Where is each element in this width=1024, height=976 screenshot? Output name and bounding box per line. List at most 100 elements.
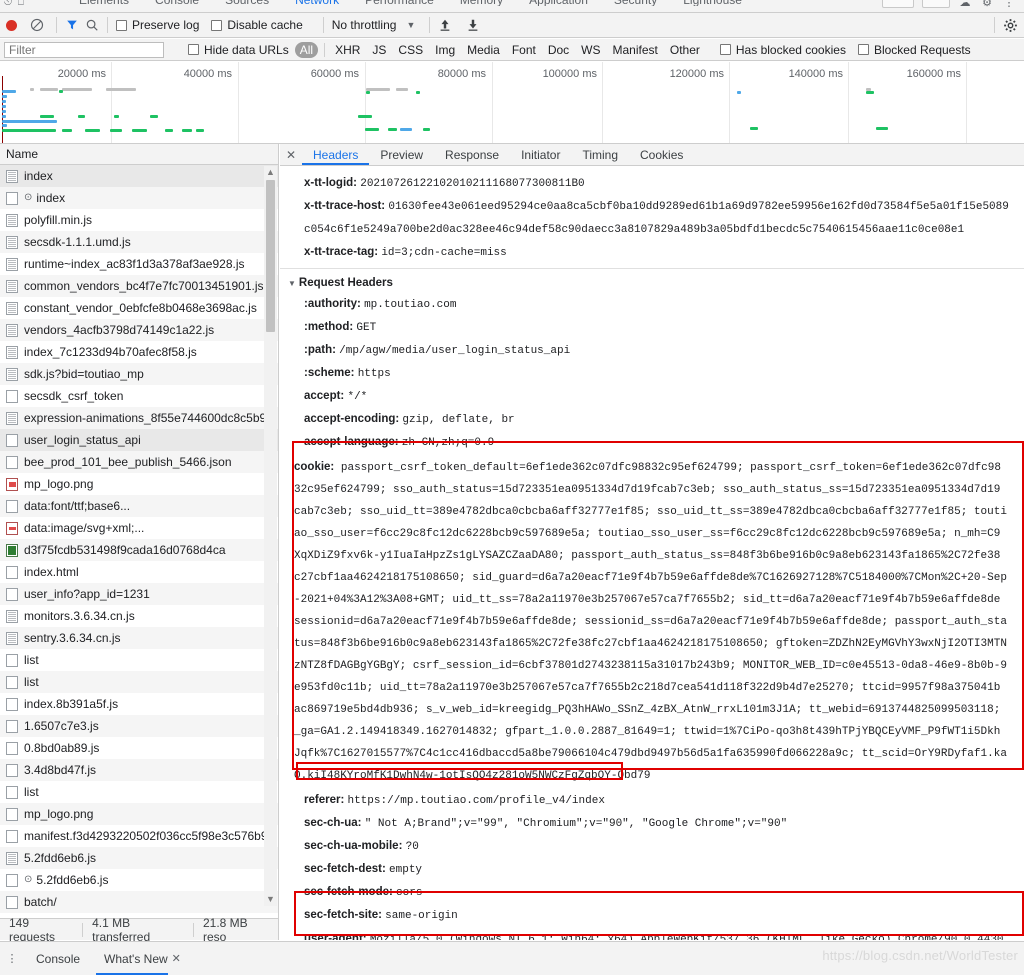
record-icon[interactable] bbox=[6, 19, 17, 31]
request-row[interactable]: sentry.3.6.34.cn.js bbox=[0, 627, 278, 649]
request-headers-section[interactable]: ▼ Request Headers bbox=[280, 273, 1024, 293]
preserve-log-checkbox[interactable] bbox=[116, 19, 127, 31]
request-row[interactable]: index bbox=[0, 165, 278, 187]
request-row[interactable]: common_vendors_bc4f7e7fc70013451901.js bbox=[0, 275, 278, 297]
tab-lighthouse[interactable]: Lighthouse bbox=[670, 0, 755, 6]
request-row[interactable]: 0.8bd0ab89.js bbox=[0, 737, 278, 759]
request-row[interactable]: bee_prod_101_bee_publish_5466.json bbox=[0, 451, 278, 473]
requests-list-scrollbar[interactable]: ▲ ▼ bbox=[264, 166, 277, 906]
drawer-tab-console[interactable]: Console bbox=[24, 942, 92, 975]
settings-gear-icon[interactable]: ⚙ bbox=[980, 0, 994, 9]
tab-response[interactable]: Response bbox=[434, 144, 510, 165]
request-row[interactable]: index.html bbox=[0, 561, 278, 583]
throttling-select[interactable]: No throttling bbox=[332, 18, 397, 32]
filter-input[interactable] bbox=[4, 41, 164, 58]
filter-type-manifest[interactable]: Manifest bbox=[607, 43, 664, 57]
request-row[interactable]: expression-animations_8f55e744600dc8c5b9… bbox=[0, 407, 278, 429]
request-row[interactable]: user_info?app_id=1231 bbox=[0, 583, 278, 605]
download-icon[interactable] bbox=[466, 18, 480, 32]
cookie-value-line: ac869719e5bd4db936; s_v_web_id=kreegidg_… bbox=[294, 704, 1001, 716]
close-icon[interactable]: ✕ bbox=[172, 952, 189, 965]
close-icon[interactable]: ✕ bbox=[280, 148, 302, 162]
script-icon bbox=[6, 213, 18, 227]
request-row[interactable]: index.8b391a5f.js bbox=[0, 693, 278, 715]
request-row[interactable]: polyfill.min.js bbox=[0, 209, 278, 231]
more-options-icon[interactable]: ⋮ bbox=[1002, 0, 1016, 9]
tab-initiator[interactable]: Initiator bbox=[510, 144, 571, 165]
warning-count-badge[interactable] bbox=[882, 0, 914, 8]
tab-performance[interactable]: Performance bbox=[352, 0, 447, 6]
request-row[interactable]: list bbox=[0, 649, 278, 671]
upload-icon[interactable] bbox=[438, 18, 452, 32]
request-row[interactable]: 1.6507c7e3.js bbox=[0, 715, 278, 737]
cloud-icon[interactable]: ☁ bbox=[958, 0, 972, 9]
request-row[interactable]: d3f75fcdb531498f9cada16d0768d4ca bbox=[0, 539, 278, 561]
request-row[interactable]: sdk.js?bid=toutiao_mp bbox=[0, 363, 278, 385]
request-row[interactable]: manifest.f3d4293220502f036cc5f98e3c576b9… bbox=[0, 825, 278, 847]
blocked-requests-checkbox[interactable] bbox=[857, 44, 869, 55]
requests-list[interactable]: index ⊙ index polyfill.min.js secsdk-1.1.1.u… bbox=[0, 165, 279, 918]
filter-type-media[interactable]: Media bbox=[461, 43, 506, 57]
drawer-tab-whats-new[interactable]: What's New bbox=[92, 942, 172, 975]
filter-type-all[interactable]: All bbox=[294, 41, 319, 58]
request-row[interactable]: data:image/svg+xml;... bbox=[0, 517, 278, 539]
request-row[interactable]: 5.2fdd6eb6.js bbox=[0, 847, 278, 869]
filter-type-ws[interactable]: WS bbox=[575, 43, 606, 57]
request-row[interactable]: secsdk_csrf_token bbox=[0, 385, 278, 407]
request-row[interactable]: monitors.3.6.34.cn.js bbox=[0, 605, 278, 627]
request-row[interactable]: mp_logo.png bbox=[0, 473, 278, 495]
request-row[interactable]: data:font/ttf;base6... bbox=[0, 495, 278, 517]
network-overview-timeline[interactable]: 20000 ms 40000 ms 60000 ms 80000 ms 1000… bbox=[0, 62, 1024, 144]
request-row[interactable]: index_7c1233d94b70afec8f58.js bbox=[0, 341, 278, 363]
requests-column-header[interactable]: Name bbox=[0, 144, 279, 165]
hide-data-urls-checkbox[interactable] bbox=[188, 44, 199, 55]
request-name: index bbox=[24, 169, 53, 183]
request-row[interactable]: constant_vendor_0ebfcfe8b0468e3698ac.js bbox=[0, 297, 278, 319]
filter-type-doc[interactable]: Doc bbox=[542, 43, 575, 57]
tab-sources[interactable]: Sources bbox=[212, 0, 282, 6]
chevron-down-icon[interactable]: ▼ bbox=[406, 20, 415, 30]
request-row[interactable]: ⊙ index bbox=[0, 187, 278, 209]
disable-cache-checkbox[interactable] bbox=[211, 19, 223, 31]
inspect-element-icon[interactable]: ⎋ bbox=[4, 0, 12, 8]
request-row[interactable]: batch/ bbox=[0, 891, 278, 913]
request-row[interactable]: ⊙ 5.2fdd6eb6.js bbox=[0, 869, 278, 891]
filter-type-other[interactable]: Other bbox=[664, 43, 706, 57]
scroll-up-arrow[interactable]: ▲ bbox=[264, 166, 277, 179]
tab-security[interactable]: Security bbox=[601, 0, 670, 6]
request-detail-pane: ✕ Headers Preview Response Initiator Tim… bbox=[280, 144, 1024, 940]
filter-icon[interactable] bbox=[65, 18, 79, 32]
filter-type-js[interactable]: JS bbox=[366, 43, 392, 57]
issues-count-badge[interactable] bbox=[922, 0, 950, 8]
has-blocked-cookies-checkbox[interactable] bbox=[719, 44, 731, 55]
filter-type-xhr[interactable]: XHR bbox=[329, 43, 366, 57]
tab-cookies[interactable]: Cookies bbox=[629, 144, 694, 165]
request-row[interactable]: 3.4d8bd47f.js bbox=[0, 759, 278, 781]
request-row[interactable]: vendors_4acfb3798d74149c1a22.js bbox=[0, 319, 278, 341]
filter-type-css[interactable]: CSS bbox=[392, 43, 429, 57]
request-name: mp_logo.png bbox=[24, 477, 94, 491]
network-settings-gear-icon[interactable] bbox=[1003, 18, 1018, 33]
request-row[interactable]: mp_logo.png bbox=[0, 803, 278, 825]
scroll-down-arrow[interactable]: ▼ bbox=[264, 893, 277, 906]
request-row[interactable]: list bbox=[0, 781, 278, 803]
kebab-menu-icon[interactable]: ⋮ bbox=[0, 952, 24, 965]
request-row[interactable]: list bbox=[0, 671, 278, 693]
tab-preview[interactable]: Preview bbox=[369, 144, 434, 165]
filter-type-font[interactable]: Font bbox=[506, 43, 542, 57]
tab-timing[interactable]: Timing bbox=[571, 144, 629, 165]
tab-elements[interactable]: Elements bbox=[66, 0, 142, 6]
search-icon[interactable] bbox=[85, 18, 99, 32]
device-toolbar-icon[interactable]: ⎕ bbox=[18, 0, 24, 8]
tab-console[interactable]: Console bbox=[142, 0, 212, 6]
script-icon bbox=[6, 257, 18, 271]
clear-icon[interactable] bbox=[30, 18, 44, 32]
request-row[interactable]: secsdk-1.1.1.umd.js bbox=[0, 231, 278, 253]
request-row[interactable]: runtime~index_ac83f1d3a378af3ae928.js bbox=[0, 253, 278, 275]
tab-application[interactable]: Application bbox=[516, 0, 601, 6]
request-row[interactable]: user_login_status_api bbox=[0, 429, 278, 451]
tab-network[interactable]: Network bbox=[282, 0, 352, 6]
tab-headers[interactable]: Headers bbox=[302, 144, 370, 165]
filter-type-img[interactable]: Img bbox=[429, 43, 461, 57]
tab-memory[interactable]: Memory bbox=[447, 0, 516, 6]
